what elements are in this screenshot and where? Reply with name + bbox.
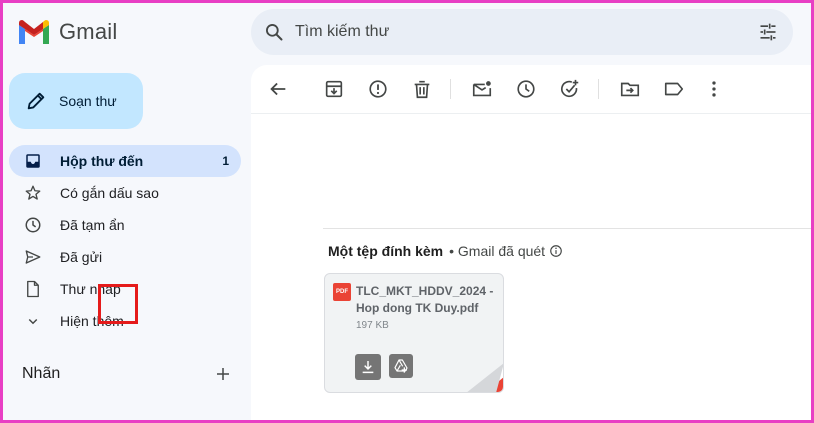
snooze-button[interactable] bbox=[515, 78, 537, 100]
sidebar-item-sent[interactable]: Đã gửi bbox=[9, 241, 241, 273]
move-to-folder-icon bbox=[620, 82, 640, 97]
back-button[interactable] bbox=[267, 78, 289, 100]
sidebar-item-label: Đã gửi bbox=[60, 249, 103, 265]
attachment-size: 197 KB bbox=[356, 320, 389, 331]
unread-count: 1 bbox=[222, 154, 229, 168]
gmail-m-icon bbox=[19, 20, 49, 44]
scan-status: • Gmail đã quét bbox=[449, 243, 546, 259]
add-to-drive-icon bbox=[394, 359, 408, 373]
inbox-icon bbox=[26, 154, 40, 168]
draft-icon bbox=[27, 280, 39, 298]
toolbar-divider bbox=[450, 79, 451, 99]
attachment-card[interactable]: PDF TLC_MKT_HDDV_2024 - Hop dong TK Duy.… bbox=[324, 273, 504, 393]
move-to-button[interactable] bbox=[619, 78, 641, 100]
app-window: Gmail Tìm kiếm thư Soạn thư Hộp thư đến … bbox=[0, 0, 814, 423]
toolbar-divider-line bbox=[251, 113, 811, 114]
sidebar-item-label: Có gắn dấu sao bbox=[60, 185, 159, 201]
sidebar-item-label: Hộp thư đến bbox=[60, 153, 144, 169]
app-name: Gmail bbox=[59, 19, 118, 44]
chevron-down-icon bbox=[28, 318, 38, 325]
compose-label: Soạn thư bbox=[59, 93, 117, 109]
delete-button[interactable] bbox=[411, 78, 433, 100]
attachments-header: Một tệp đính kèm • Gmail đã quét bbox=[328, 243, 563, 259]
labels-section: Nhãn bbox=[22, 365, 232, 387]
info-icon[interactable] bbox=[549, 244, 563, 258]
page-fold-corner bbox=[467, 363, 503, 392]
search-options-icon[interactable] bbox=[757, 22, 779, 42]
download-button[interactable] bbox=[355, 354, 381, 380]
report-spam-button[interactable] bbox=[367, 78, 389, 100]
attachment-filename: TLC_MKT_HDDV_2024 - Hop dong TK Duy.pdf bbox=[356, 284, 494, 315]
search-icon[interactable] bbox=[264, 22, 284, 42]
archive-icon bbox=[325, 80, 343, 98]
add-label-icon[interactable] bbox=[214, 365, 232, 383]
download-icon bbox=[362, 361, 374, 374]
star-icon bbox=[25, 185, 41, 200]
more-options-button[interactable] bbox=[703, 78, 725, 100]
add-task-icon bbox=[561, 79, 579, 98]
message-toolbar bbox=[251, 65, 811, 113]
mark-unread-button[interactable] bbox=[471, 78, 493, 100]
pencil-icon bbox=[27, 92, 45, 110]
arrow-left-icon bbox=[270, 82, 286, 96]
label-icon bbox=[664, 82, 684, 96]
trash-icon bbox=[414, 80, 430, 99]
sidebar-item-starred[interactable]: Có gắn dấu sao bbox=[9, 177, 241, 209]
more-vert-icon bbox=[712, 81, 716, 97]
attachments-divider bbox=[323, 228, 811, 229]
search-input[interactable]: Tìm kiếm thư bbox=[295, 23, 389, 41]
gmail-logo[interactable]: Gmail bbox=[17, 19, 117, 45]
pdf-icon: PDF bbox=[333, 283, 351, 301]
search-bar[interactable]: Tìm kiếm thư bbox=[251, 9, 793, 55]
clock-icon bbox=[517, 80, 535, 98]
compose-button[interactable]: Soạn thư bbox=[9, 73, 143, 129]
archive-button[interactable] bbox=[323, 78, 345, 100]
send-icon bbox=[25, 250, 41, 264]
save-to-drive-button[interactable] bbox=[389, 354, 413, 378]
attachments-count: Một tệp đính kèm bbox=[328, 243, 444, 259]
labels-title: Nhãn bbox=[22, 365, 61, 382]
clock-icon bbox=[25, 217, 41, 233]
labels-button[interactable] bbox=[663, 78, 685, 100]
download-highlight-box bbox=[98, 284, 138, 324]
message-panel: Một tệp đính kèm • Gmail đã quét PDF TLC… bbox=[251, 65, 811, 420]
report-icon bbox=[369, 80, 387, 98]
add-task-button[interactable] bbox=[559, 78, 581, 100]
sidebar-item-label: Đã tạm ẩn bbox=[60, 217, 125, 233]
toolbar-divider bbox=[598, 79, 599, 99]
sidebar-item-snoozed[interactable]: Đã tạm ẩn bbox=[9, 209, 241, 241]
mark-unread-icon bbox=[472, 81, 492, 97]
sidebar-item-inbox[interactable]: Hộp thư đến 1 bbox=[9, 145, 241, 177]
